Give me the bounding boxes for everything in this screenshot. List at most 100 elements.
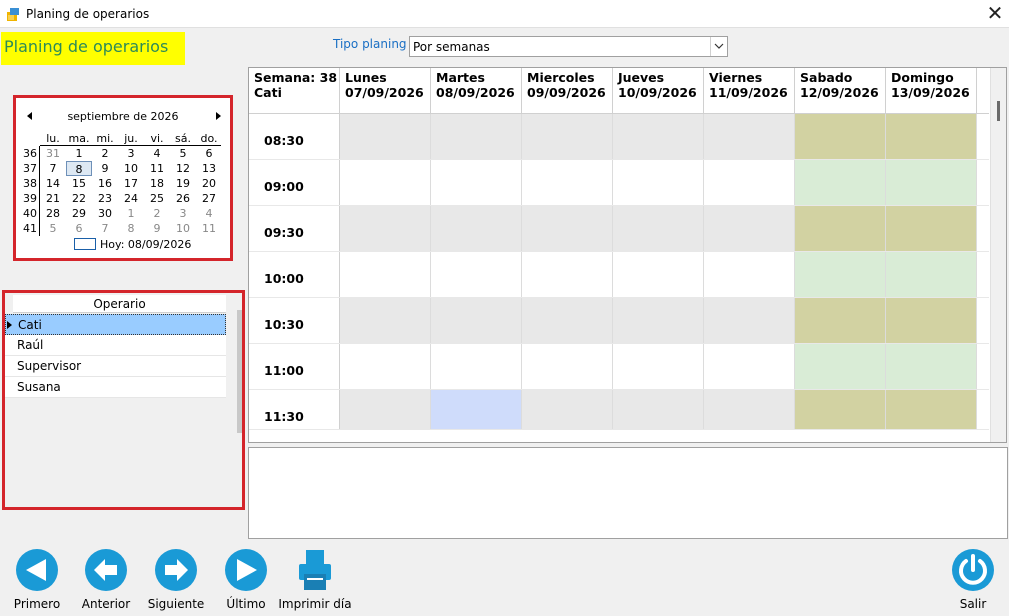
calendar-day[interactable]: 20 xyxy=(196,176,222,191)
schedule-cell[interactable] xyxy=(522,114,613,159)
print-day-button[interactable]: Imprimir día xyxy=(270,548,360,612)
close-icon[interactable]: ✕ xyxy=(981,0,1009,28)
schedule-cell[interactable] xyxy=(886,114,977,159)
calendar-day[interactable]: 11 xyxy=(144,161,170,176)
schedule-cell[interactable] xyxy=(613,160,704,205)
schedule-cell[interactable] xyxy=(795,206,886,251)
schedule-cell[interactable] xyxy=(886,298,977,343)
schedule-cell[interactable] xyxy=(613,114,704,159)
schedule-cell[interactable] xyxy=(431,390,522,429)
calendar-day[interactable]: 9 xyxy=(144,221,170,236)
schedule-cell[interactable] xyxy=(886,344,977,389)
calendar-day[interactable]: 8 xyxy=(118,221,144,236)
schedule-cell[interactable] xyxy=(795,298,886,343)
notes-area[interactable] xyxy=(248,447,1008,539)
schedule-cell[interactable] xyxy=(795,114,886,159)
operator-row[interactable]: Cati xyxy=(5,314,226,335)
operator-row[interactable]: Supervisor xyxy=(5,356,226,377)
calendar-day[interactable]: 2 xyxy=(92,146,118,161)
calendar-day[interactable]: 23 xyxy=(92,191,118,206)
calendar-day[interactable]: 26 xyxy=(170,191,196,206)
calendar-day[interactable]: 15 xyxy=(66,176,92,191)
schedule-cell[interactable] xyxy=(431,206,522,251)
schedule-cell[interactable] xyxy=(886,160,977,205)
schedule-cell[interactable] xyxy=(340,344,431,389)
schedule-cell[interactable] xyxy=(704,114,795,159)
operator-row[interactable]: Susana xyxy=(5,377,226,398)
calendar-day[interactable]: 7 xyxy=(92,221,118,236)
schedule-cell[interactable] xyxy=(431,298,522,343)
month-calendar[interactable]: septiembre de 2026 lu. ma. mi. ju. vi. s… xyxy=(13,95,233,261)
schedule-cell[interactable] xyxy=(704,206,795,251)
schedule-cell[interactable] xyxy=(522,206,613,251)
calendar-day[interactable]: 19 xyxy=(170,176,196,191)
next-month-icon[interactable] xyxy=(216,112,221,120)
calendar-day[interactable]: 25 xyxy=(144,191,170,206)
schedule-cell[interactable] xyxy=(340,206,431,251)
schedule-cell[interactable] xyxy=(613,206,704,251)
tipo-planing-select[interactable]: Por semanas xyxy=(409,36,728,57)
schedule-cell[interactable] xyxy=(704,390,795,429)
schedule-cell[interactable] xyxy=(340,252,431,297)
today-link[interactable]: Hoy: 08/09/2026 xyxy=(74,238,191,251)
calendar-day[interactable]: 7 xyxy=(40,161,66,176)
calendar-day[interactable]: 9 xyxy=(92,161,118,176)
chevron-down-icon[interactable] xyxy=(710,37,727,56)
schedule-cell[interactable] xyxy=(340,160,431,205)
calendar-day[interactable]: 31 xyxy=(40,146,66,161)
schedule-cell[interactable] xyxy=(704,344,795,389)
calendar-day[interactable]: 18 xyxy=(144,176,170,191)
calendar-day[interactable]: 3 xyxy=(118,146,144,161)
schedule-cell[interactable] xyxy=(886,252,977,297)
schedule-scrollbar[interactable] xyxy=(990,68,1006,442)
schedule-cell[interactable] xyxy=(340,114,431,159)
schedule-cell[interactable] xyxy=(886,206,977,251)
calendar-day[interactable]: 30 xyxy=(92,206,118,221)
schedule-cell[interactable] xyxy=(522,252,613,297)
calendar-day[interactable]: 27 xyxy=(196,191,222,206)
schedule-cell[interactable] xyxy=(431,344,522,389)
schedule-cell[interactable] xyxy=(522,344,613,389)
schedule-cell[interactable] xyxy=(613,298,704,343)
schedule-cell[interactable] xyxy=(795,344,886,389)
operator-row[interactable]: Raúl xyxy=(5,335,226,356)
calendar-day[interactable]: 5 xyxy=(170,146,196,161)
schedule-cell[interactable] xyxy=(613,252,704,297)
calendar-day[interactable]: 29 xyxy=(66,206,92,221)
schedule-cell[interactable] xyxy=(704,160,795,205)
calendar-day[interactable]: 21 xyxy=(40,191,66,206)
calendar-day[interactable]: 4 xyxy=(196,206,222,221)
calendar-day[interactable]: 12 xyxy=(170,161,196,176)
schedule-cell[interactable] xyxy=(522,160,613,205)
schedule-cell[interactable] xyxy=(795,390,886,429)
calendar-day[interactable]: 8 xyxy=(66,161,92,176)
calendar-day[interactable]: 24 xyxy=(118,191,144,206)
schedule-cell[interactable] xyxy=(431,114,522,159)
calendar-day[interactable]: 22 xyxy=(66,191,92,206)
calendar-day[interactable]: 16 xyxy=(92,176,118,191)
calendar-day[interactable]: 28 xyxy=(40,206,66,221)
calendar-day[interactable]: 10 xyxy=(170,221,196,236)
calendar-day[interactable]: 1 xyxy=(66,146,92,161)
schedule-cell[interactable] xyxy=(522,298,613,343)
operator-scrollbar[interactable] xyxy=(237,310,242,433)
schedule-cell[interactable] xyxy=(795,252,886,297)
calendar-day[interactable]: 5 xyxy=(40,221,66,236)
calendar-day[interactable]: 2 xyxy=(144,206,170,221)
schedule-cell[interactable] xyxy=(613,344,704,389)
schedule-cell[interactable] xyxy=(795,160,886,205)
schedule-scroll-thumb[interactable] xyxy=(997,101,1000,121)
schedule-cell[interactable] xyxy=(704,298,795,343)
calendar-day[interactable]: 1 xyxy=(118,206,144,221)
schedule-cell[interactable] xyxy=(340,298,431,343)
schedule-cell[interactable] xyxy=(613,390,704,429)
calendar-day[interactable]: 3 xyxy=(170,206,196,221)
calendar-day[interactable]: 10 xyxy=(118,161,144,176)
calendar-day[interactable]: 11 xyxy=(196,221,222,236)
schedule-cell[interactable] xyxy=(431,160,522,205)
exit-button[interactable]: Salir xyxy=(928,548,1009,612)
calendar-day[interactable]: 17 xyxy=(118,176,144,191)
schedule-cell[interactable] xyxy=(704,252,795,297)
schedule-cell[interactable] xyxy=(886,390,977,429)
calendar-day[interactable]: 6 xyxy=(196,146,222,161)
